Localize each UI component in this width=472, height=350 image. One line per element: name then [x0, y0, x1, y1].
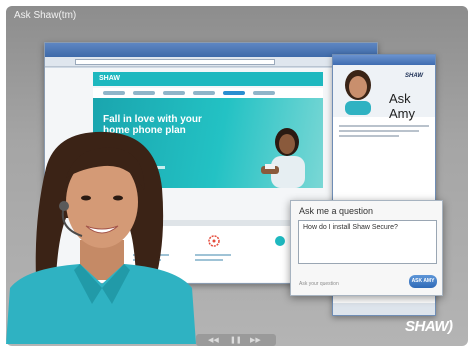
- network-icon: [208, 235, 220, 247]
- site-header: [93, 72, 323, 86]
- ask-amy-title: Ask Amy: [389, 91, 415, 121]
- address-bar[interactable]: [75, 59, 275, 65]
- ask-hint: Ask your question: [299, 281, 339, 287]
- site-nav: [93, 88, 323, 98]
- nav-item[interactable]: [163, 91, 185, 95]
- nav-item[interactable]: [133, 91, 155, 95]
- hero-woman-image: [261, 128, 305, 188]
- feature-icon: [275, 236, 285, 246]
- feature-text-line: [195, 259, 223, 261]
- nav-item[interactable]: [103, 91, 125, 95]
- browser-titlebar: [45, 43, 377, 57]
- nav-item[interactable]: [253, 91, 275, 95]
- chat-text-line: [339, 125, 429, 127]
- amy-presenter-image: [6, 131, 196, 344]
- ask-amy-button[interactable]: ASK AMY: [409, 275, 437, 288]
- next-icon[interactable]: ▶▶: [250, 336, 261, 344]
- ask-amy-titlebar: [333, 55, 435, 65]
- chat-text-line: [339, 135, 399, 137]
- nav-item-active[interactable]: [223, 91, 245, 95]
- ask-amy-brand: SHAW: [405, 73, 423, 79]
- stage: Ask Shaw(tm) SHAW Fall in love with your…: [0, 0, 472, 350]
- ask-amy-footer: [333, 303, 435, 315]
- ask-question-heading: Ask me a question: [299, 206, 374, 216]
- question-input[interactable]: How do I install Shaw Secure?: [298, 220, 437, 264]
- site-logo[interactable]: SHAW: [99, 75, 120, 82]
- amy-avatar: [345, 70, 371, 115]
- nav-item[interactable]: [193, 91, 215, 95]
- frame-title: Ask Shaw(tm): [14, 10, 77, 21]
- feature-text-line: [195, 254, 231, 256]
- shaw-logo: SHAW): [405, 318, 453, 335]
- ask-question-dialog: Ask me a question How do I install Shaw …: [290, 200, 443, 296]
- pause-icon[interactable]: ❚❚: [230, 336, 242, 344]
- previous-icon[interactable]: ◀◀: [208, 336, 219, 344]
- chat-text-line: [339, 130, 419, 132]
- player-controls: ◀◀ ❚❚ ▶▶: [196, 334, 276, 346]
